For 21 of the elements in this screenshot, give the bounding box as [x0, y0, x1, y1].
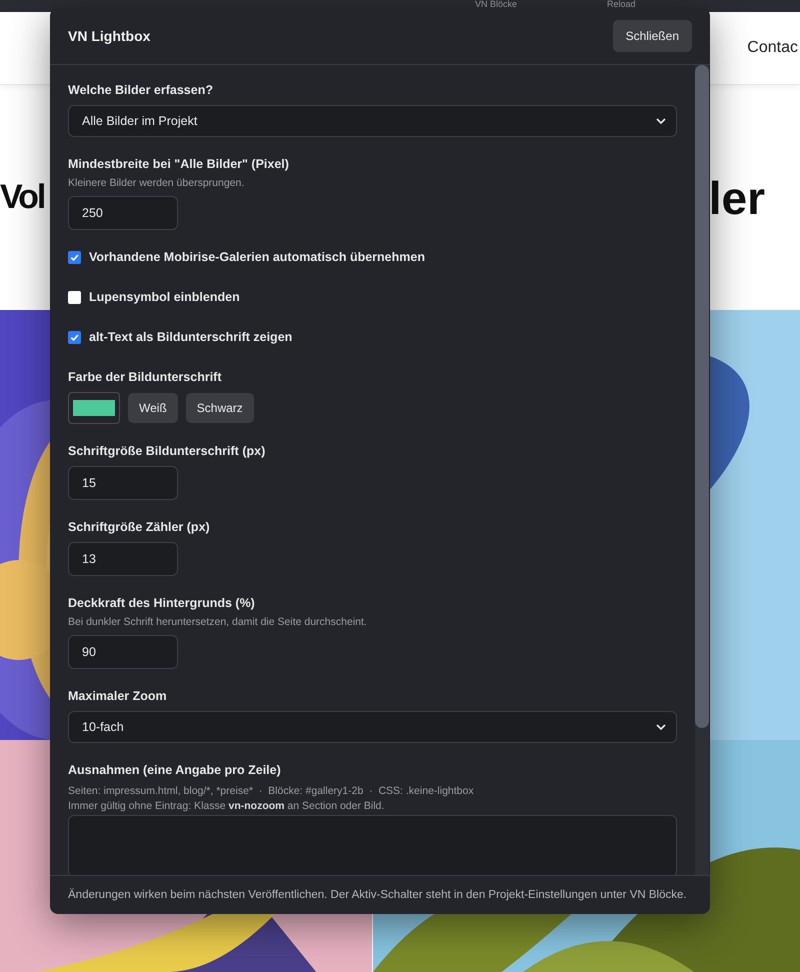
toolbar-label[interactable]: Reload [607, 0, 636, 12]
hero-heading: ler [708, 170, 765, 224]
nav-link[interactable]: Contac [747, 39, 798, 57]
number-field[interactable]: 250 [68, 196, 178, 230]
field-hint: Immer gültig ohne Eintrag: Klasse vn-nozoom an Section oder Bild. [68, 800, 386, 812]
checkbox-label: Lupensymbol einblenden [89, 290, 240, 304]
dialog-title: VN Lightbox [68, 28, 150, 44]
hero-heading: Vol [0, 178, 44, 217]
field-hint: Seiten: impressum.html, blog/*, *preise* · Blöcke: #gallery1-2b · CSS: .keine-lightbox [68, 785, 475, 797]
checkbox[interactable] [68, 290, 81, 304]
field-label: Welche Bilder erfassen? [68, 83, 214, 97]
footer-note: Änderungen wirken beim nächsten Veröffentlichen. Der Aktiv-Schalter steht in den Projekt-Einstellungen unter VN Blöcke. [68, 889, 687, 901]
chevron-down-icon [656, 118, 666, 124]
field-label: Mindestbreite bei "Alle Bilder" (Pixel) [68, 157, 290, 171]
toolbar-label[interactable]: VN Blöcke [475, 0, 518, 12]
field-hint: Kleinere Bilder werden übersprungen. [68, 177, 246, 189]
checkbox-label: Vorhandene Mobirise-Galerien automatisch übernehmen [89, 250, 425, 264]
checkbox[interactable] [68, 250, 81, 264]
close-button[interactable]: Schließen [612, 20, 692, 52]
field-label: Ausnahmen (eine Angabe pro Zeile) [68, 763, 282, 777]
select-field[interactable]: Alle Bilder im Projekt [68, 105, 677, 137]
